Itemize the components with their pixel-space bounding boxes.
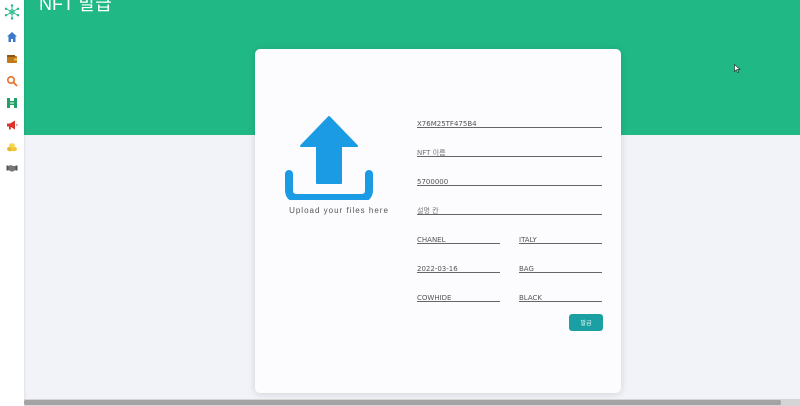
material-field[interactable] <box>417 285 500 306</box>
exchange-icon <box>7 98 17 108</box>
color-input[interactable] <box>519 290 602 306</box>
sidebar-item-exchange[interactable] <box>5 97 19 109</box>
material-input[interactable] <box>417 290 500 306</box>
upload-icon <box>285 116 373 200</box>
nft-name-field[interactable] <box>417 140 602 161</box>
upload-label: Upload your files here <box>289 206 389 215</box>
horizontal-scrollbar[interactable] <box>24 399 800 406</box>
sidebar-item-search[interactable] <box>5 75 19 87</box>
date-input[interactable] <box>417 261 500 277</box>
price-field[interactable] <box>417 169 602 190</box>
brand-field[interactable] <box>417 227 500 248</box>
coins-icon <box>7 143 17 152</box>
category-input[interactable] <box>519 261 602 277</box>
file-upload-dropzone[interactable]: Upload your files here <box>277 115 401 225</box>
token-id-input[interactable] <box>417 116 602 132</box>
brand-input[interactable] <box>417 232 500 248</box>
sidebar-item-coins[interactable] <box>5 141 19 153</box>
home-icon <box>7 32 17 42</box>
megaphone-icon <box>7 120 18 130</box>
sidebar <box>0 0 24 406</box>
search-icon <box>6 75 18 87</box>
network-logo-icon[interactable] <box>4 4 20 20</box>
scrollbar-thumb[interactable] <box>24 400 781 405</box>
wallet-icon <box>7 55 17 63</box>
sidebar-item-wallet[interactable] <box>5 53 19 65</box>
sidebar-item-deals[interactable] <box>5 162 19 174</box>
sidebar-item-home[interactable] <box>5 31 19 43</box>
description-input[interactable] <box>417 203 602 219</box>
date-field[interactable] <box>417 256 500 277</box>
issue-button[interactable]: 발급 <box>569 314 603 331</box>
sidebar-item-announce[interactable] <box>5 119 19 131</box>
mouse-cursor-icon <box>734 64 741 73</box>
nft-name-input[interactable] <box>417 145 602 161</box>
category-field[interactable] <box>519 256 602 277</box>
color-field[interactable] <box>519 285 602 306</box>
price-input[interactable] <box>417 174 602 190</box>
description-field[interactable] <box>417 198 602 219</box>
page-title: NFT 발급 <box>39 0 112 14</box>
country-field[interactable] <box>519 227 602 248</box>
token-id-field[interactable] <box>417 111 602 132</box>
country-input[interactable] <box>519 232 602 248</box>
handshake-icon <box>6 165 18 172</box>
nft-issue-card: Upload your files here 발급 <box>255 49 621 393</box>
